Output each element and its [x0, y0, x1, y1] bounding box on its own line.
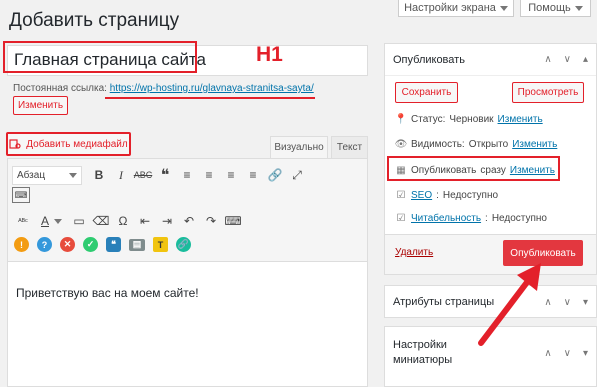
toggle-arrow-icon[interactable]: ▾ — [583, 297, 588, 308]
toggle-arrow-icon[interactable]: ▾ — [583, 348, 588, 359]
seo-row: ☑ SEO: Недоступно — [396, 189, 499, 201]
strikethrough-icon[interactable]: ABC — [132, 165, 154, 185]
readability-link[interactable]: Читабельность — [411, 213, 481, 224]
save-draft-label: Сохранить — [401, 87, 452, 98]
link-icon[interactable]: 🔗 — [264, 165, 286, 185]
permalink-label: Постоянная ссылка: — [13, 83, 107, 94]
redo-icon[interactable]: ↷ — [200, 211, 222, 231]
italic-icon[interactable]: I — [110, 165, 132, 185]
toolbar-toggle-icon[interactable]: ⌨ — [12, 187, 30, 203]
edit-permalink-button[interactable]: Изменить — [13, 96, 68, 115]
chevron-down-icon[interactable]: ∨ — [564, 54, 571, 65]
chevron-up-icon[interactable]: ∧ — [544, 54, 551, 65]
screen-options-label: Настройки экрана — [404, 2, 496, 14]
status-row: 📍 Статус: Черновик Изменить — [395, 113, 543, 125]
edit-status-link[interactable]: Изменить — [498, 114, 543, 125]
clear-formatting-icon[interactable]: ⌫ — [90, 211, 112, 231]
permalink-link[interactable]: https://wp-hosting.ru/glavnaya-stranitsa… — [110, 83, 314, 94]
chevron-down-icon — [69, 172, 77, 178]
strikethrough-alt-icon[interactable]: ᴬᴮᶜ — [12, 211, 34, 231]
chevron-down-icon[interactable] — [54, 218, 62, 224]
publish-when-label: Опубликовать — [411, 164, 477, 176]
publish-box-title: Опубликовать — [393, 53, 465, 66]
publish-box: Опубликовать ∧ ∨ ▴ Сохранить Просмотреть 📍… — [384, 43, 597, 275]
readability-check-icon: ☑ — [396, 212, 406, 224]
highlight-icon[interactable]: T — [153, 237, 168, 252]
preview-button[interactable]: Просмотреть — [512, 82, 584, 103]
add-media-label: Добавить медиафайл — [26, 138, 128, 150]
format-select-value: Абзац — [17, 169, 46, 181]
chevron-down-icon — [574, 5, 583, 11]
box-controls[interactable]: ∧ ∨ ▴ — [544, 54, 588, 65]
preview-label: Просмотреть — [517, 87, 579, 98]
fullscreen-icon[interactable]: ⤢ — [286, 165, 308, 185]
status-label: Статус: — [411, 113, 446, 125]
table-icon[interactable]: ▤ — [129, 238, 145, 251]
permalink-underline-annotation — [105, 97, 315, 99]
schedule-row: ▦ Опубликовать сразу Изменить — [395, 164, 555, 176]
toggle-arrow-icon[interactable]: ▴ — [583, 54, 588, 65]
visibility-row: 👁 Видимость: Открыто Изменить — [394, 138, 558, 150]
help-label: Помощь — [528, 2, 571, 14]
arrow-annotation-icon — [478, 263, 541, 346]
edit-schedule-link[interactable]: Изменить — [510, 165, 555, 176]
seo-link[interactable]: SEO — [411, 190, 432, 201]
paste-text-icon[interactable]: ▭ — [68, 211, 90, 231]
chevron-down-icon[interactable]: ∨ — [564, 348, 571, 359]
keyboard-shortcuts-icon[interactable]: ⌨ — [222, 211, 244, 231]
align-center-icon[interactable]: ≡ — [198, 165, 220, 185]
visibility-value: Открыто — [468, 138, 509, 150]
quote-block-icon[interactable]: ❝ — [106, 237, 121, 252]
help-button[interactable]: Помощь — [520, 0, 591, 17]
delete-link[interactable]: Удалить — [395, 247, 433, 258]
chevron-down-icon[interactable]: ∨ — [564, 297, 571, 308]
media-icon — [9, 139, 21, 149]
readability-row: ☑ Читабельность: Недоступно — [396, 212, 547, 224]
editor-toolbar: Абзац B I ABC ❝ ≡ ≡ ≡ ≡ 🔗 ⤢ ⌨ ᴬᴮᶜ A ▭ ⌫ … — [7, 158, 368, 262]
special-char-icon[interactable]: Ω — [112, 211, 134, 231]
h1-annotation: H1 — [256, 43, 283, 66]
share-link-icon[interactable]: 🔗 — [176, 237, 191, 252]
format-select[interactable]: Абзац — [12, 165, 82, 185]
tab-text[interactable]: Текст — [331, 136, 368, 158]
permalink: Постоянная ссылка: https://wp-hosting.ru… — [13, 83, 314, 94]
blockquote-icon[interactable]: ❝ — [154, 165, 176, 185]
publish-box-header[interactable]: Опубликовать ∧ ∨ ▴ — [385, 44, 596, 76]
align-left-icon[interactable]: ≡ — [176, 165, 198, 185]
publish-when-value: сразу — [480, 164, 506, 176]
calendar-icon: ▦ — [396, 164, 406, 176]
align-justify-icon[interactable]: ≡ — [242, 165, 264, 185]
title-value: Главная страница сайта — [14, 50, 206, 69]
page-title: Добавить страницу — [9, 10, 180, 31]
tab-visual[interactable]: Визуально — [270, 136, 328, 158]
add-media-button[interactable]: Добавить медиафайл — [6, 132, 131, 156]
text-color-icon[interactable]: A — [34, 211, 56, 231]
success-icon[interactable]: ✓ — [83, 237, 98, 252]
content-text: Приветствую вас на моем сайте! — [16, 286, 199, 300]
readability-value: Недоступно — [491, 212, 547, 224]
screen-options-button[interactable]: Настройки экрана — [398, 0, 514, 17]
align-right-icon[interactable]: ≡ — [220, 165, 242, 185]
edit-permalink-label: Изменить — [17, 100, 64, 111]
bold-icon[interactable]: B — [88, 165, 110, 185]
editor-content[interactable]: Приветствую вас на моем сайте! — [7, 262, 368, 387]
seo-value: Недоступно — [442, 189, 499, 201]
eye-icon: 👁 — [394, 138, 408, 150]
question-icon[interactable]: ? — [37, 237, 52, 252]
tab-visual-label: Визуально — [274, 142, 324, 153]
seo-check-icon: ☑ — [396, 189, 406, 201]
status-value: Черновик — [449, 113, 494, 125]
save-draft-button[interactable]: Сохранить — [395, 82, 458, 103]
warning-icon[interactable]: ! — [14, 237, 29, 252]
undo-icon[interactable]: ↶ — [178, 211, 200, 231]
edit-visibility-link[interactable]: Изменить — [512, 139, 557, 150]
tab-text-label: Текст — [336, 142, 363, 153]
chevron-down-icon — [499, 5, 508, 11]
error-icon[interactable]: ✕ — [60, 237, 75, 252]
title-input[interactable]: Главная страница сайта — [7, 45, 368, 76]
indent-icon[interactable]: ⇥ — [156, 211, 178, 231]
pin-icon: 📍 — [394, 113, 408, 125]
outdent-icon[interactable]: ⇤ — [134, 211, 156, 231]
visibility-label: Видимость: — [411, 138, 465, 150]
